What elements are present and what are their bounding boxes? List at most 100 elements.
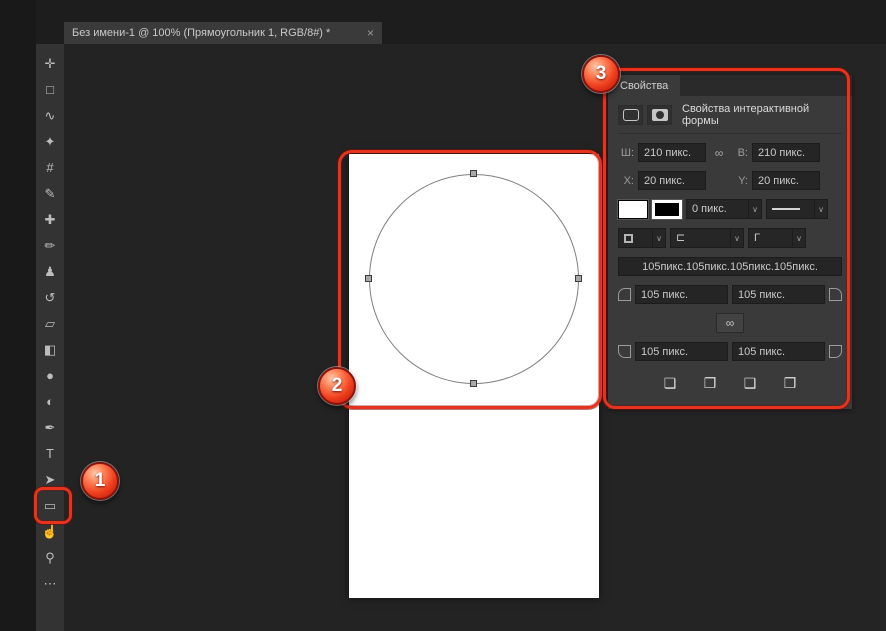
blur-tool[interactable]: ● bbox=[37, 362, 63, 388]
intersect-shapes-button[interactable]: ❑ bbox=[738, 373, 762, 393]
y-label: Y: bbox=[732, 175, 748, 187]
hand-icon: ☝ bbox=[42, 525, 58, 538]
masks-button[interactable] bbox=[647, 105, 672, 125]
healing-brush-tool[interactable]: ✚ bbox=[37, 206, 63, 232]
width-field[interactable] bbox=[638, 143, 706, 162]
chain-link-icon: ∞ bbox=[726, 316, 735, 330]
y-field[interactable] bbox=[752, 171, 820, 190]
corner-link-row: ∞ bbox=[618, 313, 842, 333]
blur-icon: ● bbox=[46, 369, 54, 382]
path-selection-icon: ➤ bbox=[45, 473, 56, 486]
ellipsis-icon: ⋯ bbox=[44, 577, 57, 590]
subtract-shape-icon: ❐ bbox=[704, 375, 717, 392]
corner-top-row bbox=[618, 285, 842, 304]
stroke-options-row: ∨ ⊏ ∨ Г ∨ bbox=[618, 228, 842, 248]
height-label: В: bbox=[732, 147, 748, 159]
dodge-icon: ◐ bbox=[46, 395, 54, 408]
stroke-caps-select[interactable]: ⊏ ∨ bbox=[670, 228, 744, 248]
stroke-type-select[interactable]: ∨ bbox=[766, 199, 828, 219]
clone-stamp-tool[interactable]: ♟ bbox=[37, 258, 63, 284]
history-brush-icon: ↺ bbox=[45, 291, 56, 304]
corner-bottom-row bbox=[618, 342, 842, 361]
exclude-shapes-icon: ❒ bbox=[784, 375, 797, 392]
live-shape-icon bbox=[623, 109, 639, 121]
quick-selection-tool[interactable]: ✦ bbox=[37, 128, 63, 154]
fill-color-swatch[interactable] bbox=[618, 200, 648, 219]
lasso-tool[interactable]: ∿ bbox=[37, 102, 63, 128]
move-tool[interactable]: ✛ bbox=[37, 50, 63, 76]
corner-bottom-left-icon bbox=[618, 345, 631, 358]
stroke-align-select[interactable]: ∨ bbox=[618, 228, 666, 248]
corner-bottom-right-icon bbox=[829, 345, 842, 358]
transform-handle-top[interactable] bbox=[470, 170, 477, 177]
left-edge-strip bbox=[0, 0, 36, 631]
transform-handle-bottom[interactable] bbox=[470, 380, 477, 387]
x-field[interactable] bbox=[638, 171, 706, 190]
pen-tool[interactable]: ✒ bbox=[37, 414, 63, 440]
zoom-tool[interactable]: ⚲ bbox=[37, 544, 63, 570]
gradient-tool[interactable]: ◧ bbox=[37, 336, 63, 362]
gradient-icon: ◧ bbox=[44, 343, 56, 356]
width-label: Ш: bbox=[618, 147, 634, 159]
combine-shapes-button[interactable]: ❏ bbox=[658, 373, 682, 393]
corner-top-left-field[interactable] bbox=[635, 285, 728, 304]
crop-tool[interactable]: # bbox=[37, 154, 63, 180]
eraser-tool[interactable]: ▱ bbox=[37, 310, 63, 336]
lasso-icon: ∿ bbox=[45, 109, 56, 122]
live-shape-properties-button[interactable] bbox=[618, 105, 643, 125]
corner-radius-summary-field[interactable] bbox=[618, 257, 842, 276]
crop-icon: # bbox=[46, 161, 53, 174]
document-tab[interactable]: Без имени-1 @ 100% (Прямоугольник 1, RGB… bbox=[64, 22, 382, 44]
chevron-down-icon: ∨ bbox=[730, 229, 743, 247]
intersect-shapes-icon: ❑ bbox=[744, 375, 757, 392]
document-tab-title: Без имени-1 @ 100% (Прямоугольник 1, RGB… bbox=[72, 27, 330, 39]
type-tool[interactable]: T bbox=[37, 440, 63, 466]
eyedropper-icon: ✎ bbox=[45, 187, 56, 200]
stroke-width-select[interactable]: 0 пикс. ∨ bbox=[686, 199, 762, 219]
rectangular-marquee-tool[interactable]: □ bbox=[37, 76, 63, 102]
hand-tool[interactable]: ☝ bbox=[37, 518, 63, 544]
corner-top-right-field[interactable] bbox=[732, 285, 825, 304]
stroke-width-value: 0 пикс. bbox=[692, 203, 727, 215]
type-icon: T bbox=[46, 447, 54, 460]
path-selection-tool[interactable]: ➤ bbox=[37, 466, 63, 492]
stroke-color-swatch[interactable] bbox=[652, 200, 682, 219]
mask-icon bbox=[652, 109, 668, 121]
properties-panel: Свойства Свойства интерактивной формы Ш:… bbox=[608, 75, 852, 409]
rectangle-tool[interactable]: ▭ bbox=[37, 492, 63, 518]
tab-close-icon[interactable]: × bbox=[367, 26, 374, 40]
eyedropper-tool[interactable]: ✎ bbox=[37, 180, 63, 206]
fill-stroke-row: 0 пикс. ∨ ∨ bbox=[618, 199, 842, 219]
ellipse-shape[interactable] bbox=[369, 174, 579, 384]
annotation-badge-3: 3 bbox=[582, 55, 620, 93]
link-corner-radii-button[interactable]: ∞ bbox=[716, 313, 744, 333]
transform-handle-left[interactable] bbox=[365, 275, 372, 282]
eraser-icon: ▱ bbox=[45, 317, 55, 330]
x-label: X: bbox=[618, 175, 634, 187]
corner-top-left-icon bbox=[618, 288, 631, 301]
panel-header-row: Свойства интерактивной формы bbox=[618, 103, 842, 134]
link-dimensions-icon[interactable]: ∞ bbox=[710, 146, 728, 160]
history-brush-tool[interactable]: ↺ bbox=[37, 284, 63, 310]
stroke-caps-icon: ⊏ bbox=[676, 233, 685, 244]
chevron-down-icon: ∨ bbox=[792, 229, 805, 247]
height-field[interactable] bbox=[752, 143, 820, 162]
position-row: X: Y: bbox=[618, 171, 842, 190]
transform-handle-right[interactable] bbox=[575, 275, 582, 282]
panel-title: Свойства интерактивной формы bbox=[682, 103, 842, 127]
toolbar: ✛ □ ∿ ✦ # ✎ ✚ ✏ ♟ ↺ ▱ ◧ ● ◐ ✒ T ➤ ▭ ☝ ⚲ … bbox=[36, 44, 64, 631]
corner-bottom-right-field[interactable] bbox=[732, 342, 825, 361]
more-tools-button[interactable]: ⋯ bbox=[37, 570, 63, 596]
stroke-corners-icon: Г bbox=[754, 233, 760, 244]
chevron-down-icon: ∨ bbox=[814, 200, 827, 218]
exclude-shapes-button[interactable]: ❒ bbox=[778, 373, 802, 393]
corner-bottom-left-field[interactable] bbox=[635, 342, 728, 361]
quick-selection-icon: ✦ bbox=[45, 135, 56, 148]
clone-stamp-icon: ♟ bbox=[44, 265, 56, 278]
stroke-corners-select[interactable]: Г ∨ bbox=[748, 228, 806, 248]
stroke-align-icon bbox=[624, 234, 633, 243]
pathfinder-row: ❏ ❐ ❑ ❒ bbox=[618, 373, 842, 393]
brush-tool[interactable]: ✏ bbox=[37, 232, 63, 258]
dodge-tool[interactable]: ◐ bbox=[37, 388, 63, 414]
subtract-front-shape-button[interactable]: ❐ bbox=[698, 373, 722, 393]
